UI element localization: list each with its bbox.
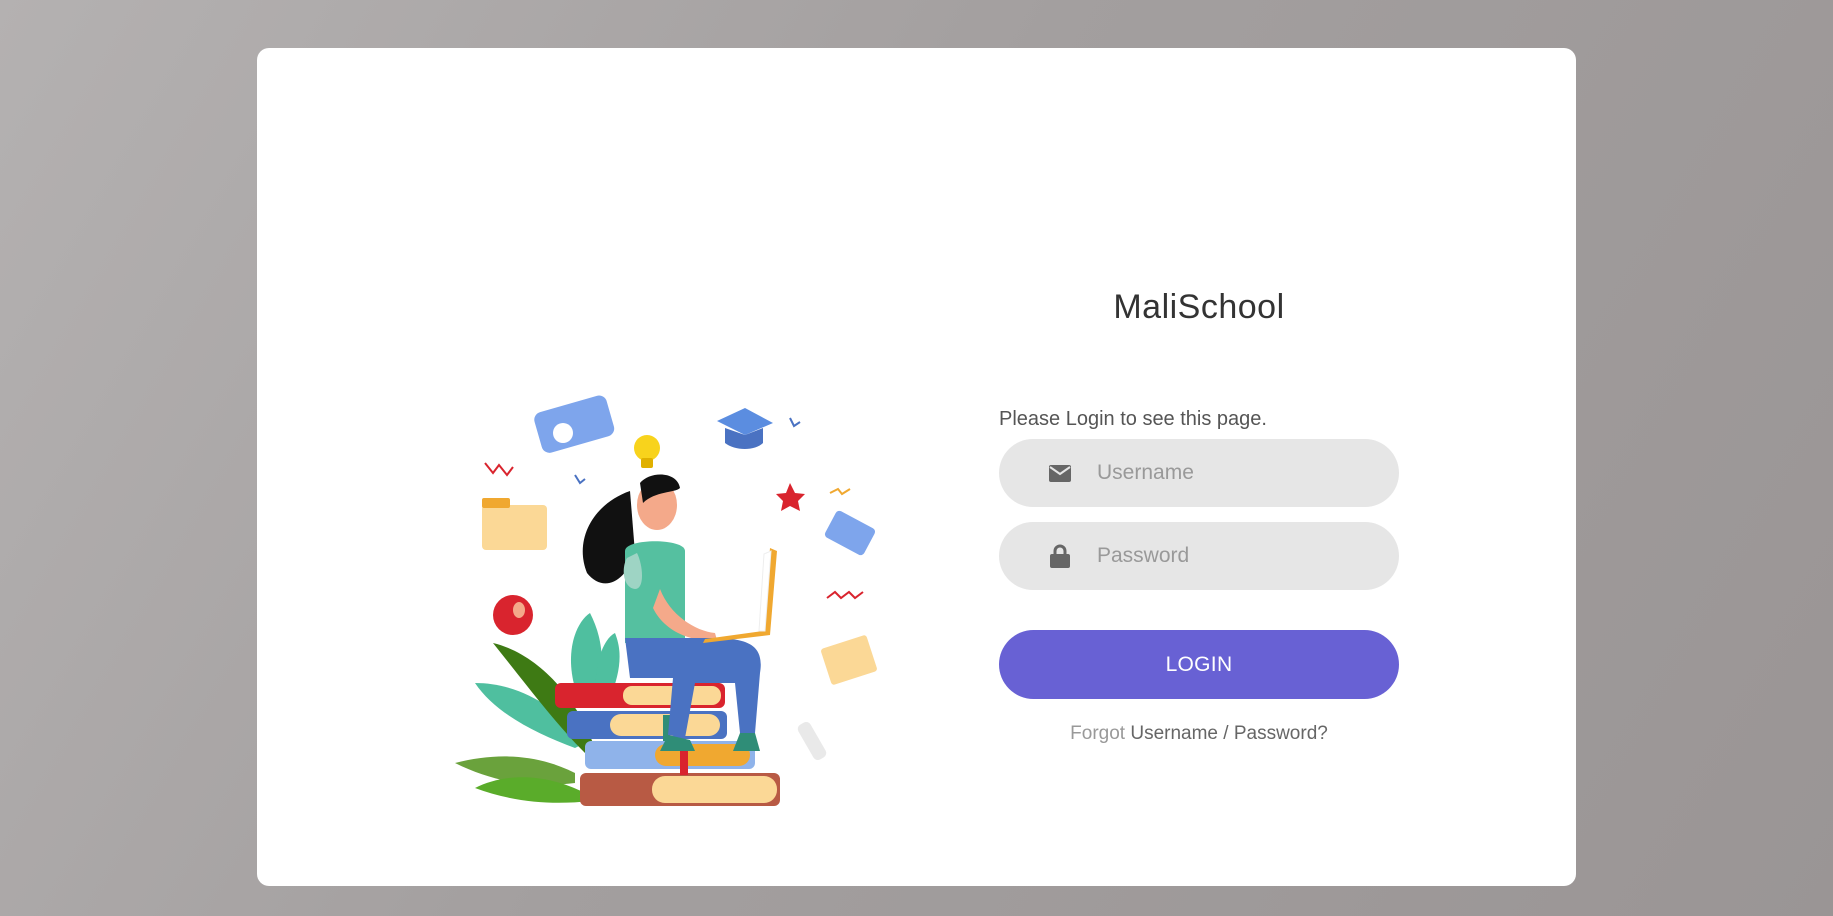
login-button[interactable]: LOGIN — [999, 630, 1399, 699]
envelope-icon — [1047, 460, 1073, 486]
lock-icon — [1047, 543, 1073, 569]
login-card: MaliSchool Please Login to see this page… — [257, 48, 1576, 886]
brand-title: MaliSchool — [1113, 288, 1285, 326]
login-intro-text: Please Login to see this page. — [999, 408, 1267, 430]
forgot-prefix: Forgot — [1070, 723, 1126, 744]
forgot-credentials-link[interactable]: Username / Password? — [1130, 723, 1327, 744]
password-input[interactable] — [1095, 543, 1379, 569]
password-field[interactable] — [999, 522, 1399, 590]
username-field[interactable] — [999, 439, 1399, 507]
username-input[interactable] — [1095, 460, 1379, 486]
student-laptop-illustration — [455, 395, 877, 806]
forgot-credentials: Forgot Username / Password? — [999, 723, 1399, 745]
